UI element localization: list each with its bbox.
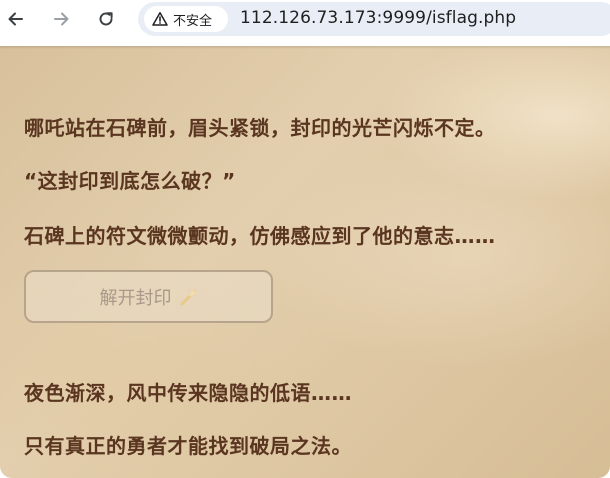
story-line: 石碑上的符文微微颤动，仿佛感应到了他的意志…… — [24, 224, 496, 248]
unseal-button-label: 解开封印 — [99, 287, 172, 309]
unseal-button[interactable]: 解开封印 — [24, 270, 273, 323]
forward-button[interactable] — [49, 7, 73, 31]
reload-button[interactable] — [94, 7, 118, 31]
story-line: “这封印到底怎么破？” — [24, 169, 236, 193]
arrow-left-icon — [8, 12, 23, 26]
security-label: 不安全 — [173, 13, 213, 29]
security-indicator[interactable]: 不安全 — [144, 6, 228, 32]
browser-toolbar: 不安全 112.126.73.173:9999/isflag.php — [0, 0, 610, 38]
story-line: 只有真正的勇者才能找到破局之法。 — [24, 434, 352, 458]
reload-icon — [99, 12, 113, 26]
story-line: 夜色渐深，风中传来隐隐的低语…… — [24, 381, 352, 405]
toolbar-divider — [0, 46, 610, 49]
arrow-right-icon — [54, 12, 69, 26]
story-line: 哪吒站在石碑前，眉头紧锁，封印的光芒闪烁不定。 — [24, 116, 496, 140]
url-text[interactable]: 112.126.73.173:9999/isflag.php — [240, 8, 516, 28]
magic-wand-icon — [178, 287, 198, 307]
page-viewport — [0, 46, 610, 478]
warning-icon — [152, 12, 168, 26]
back-button[interactable] — [4, 7, 28, 31]
